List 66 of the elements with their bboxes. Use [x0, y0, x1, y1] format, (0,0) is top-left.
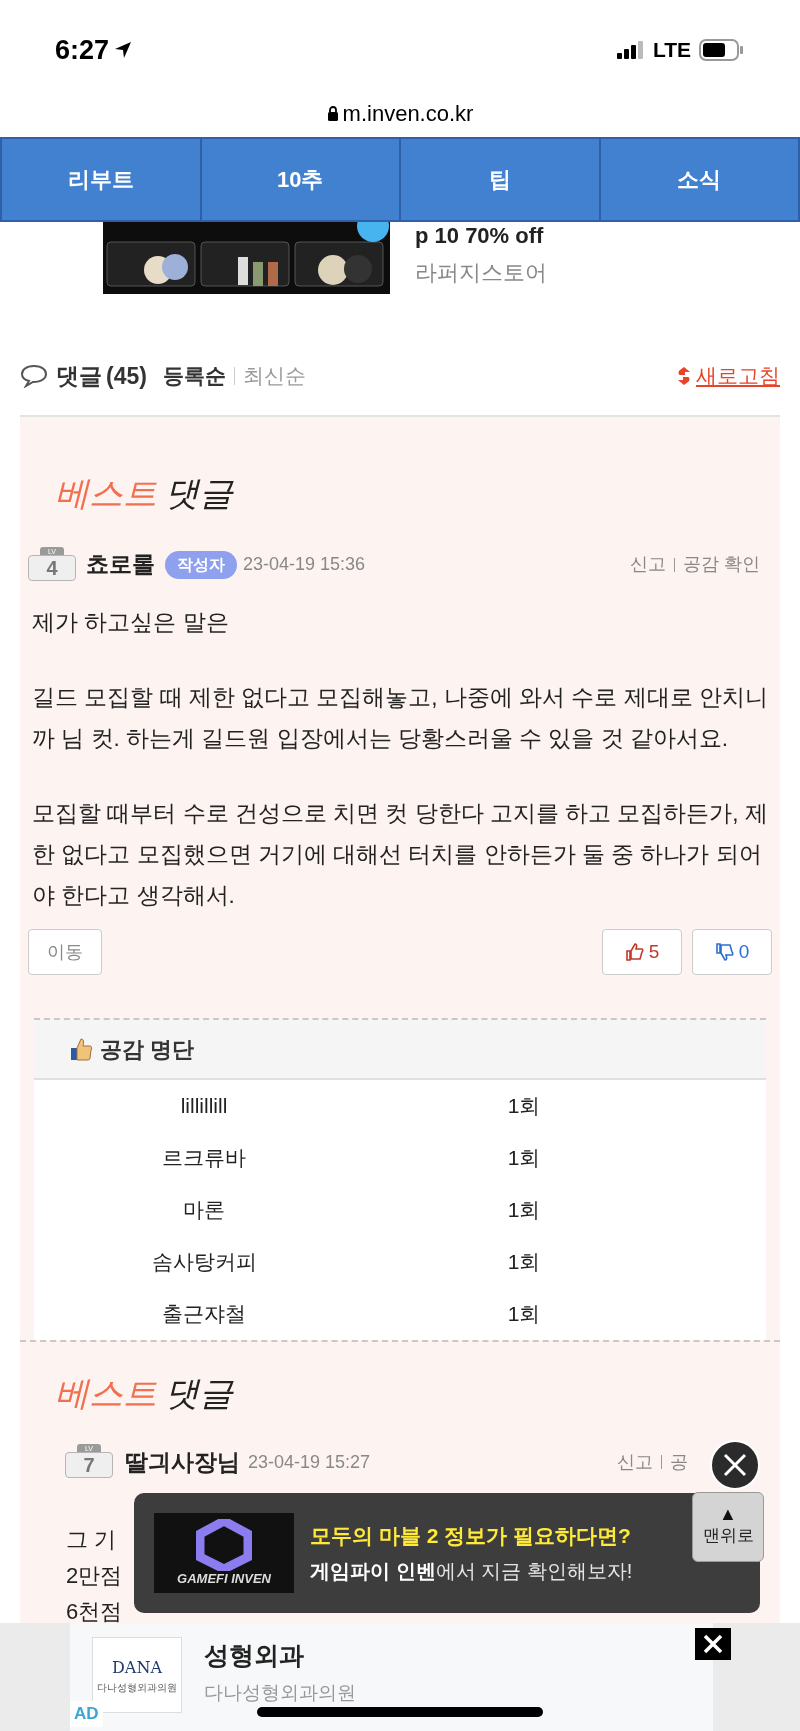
liker-name: lillillill [179, 1093, 229, 1120]
author-name[interactable]: 딸긔사장님 [125, 1444, 240, 1480]
ad-advertiser: 다나성형외과의원 [204, 1680, 356, 1705]
like-count: 1회 [506, 1301, 542, 1328]
refresh-icon [676, 365, 692, 387]
liker-name: 출근쟈철 [161, 1301, 247, 1328]
battery-icon [699, 39, 745, 61]
comment-paragraph: 길드 모집할 때 제한 없다고 모집해놓고, 나중에 와서 수로 제대로 안치니까 님 컷. 하는게 길드원 입장에서는 당황스러울 수 있을 것 같아서요. [32, 684, 768, 753]
nav-tab[interactable]: 10추 [199, 139, 399, 220]
like-button[interactable]: 5 [602, 929, 682, 975]
nav-tab[interactable]: 팁 [399, 139, 599, 220]
liker-name: 솜사탕커피 [150, 1249, 258, 1276]
comment-action-link[interactable]: 공 [670, 1448, 688, 1476]
speech-bubble-icon [20, 364, 48, 388]
comment-heading: 댓글 [165, 1372, 233, 1415]
location-arrow-icon [113, 40, 134, 60]
ad-advertiser: 라퍼지스토어 [415, 259, 547, 287]
liker-name: 르크류바 [161, 1145, 247, 1172]
comment-heading: 댓글 [165, 472, 233, 515]
nav-tab[interactable]: 소식 [598, 139, 798, 220]
comments-count: (45) [106, 361, 147, 391]
thumbs-up-icon [624, 942, 645, 962]
best-heading: 베스트 [55, 1372, 157, 1415]
comment-line: 6천점 [66, 1598, 123, 1626]
popup-title: 모두의 마블 2 정보가 필요하다면? [310, 1523, 632, 1550]
thumbs-up-icon [70, 1036, 94, 1062]
comments-title: 댓글 [56, 361, 102, 391]
logo-text: GAMEFI INVEN [177, 1571, 271, 1587]
popup-text: 게임파이 인벤에서 지금 확인해보자! [310, 1558, 633, 1584]
comment-line: 그 기 [66, 1526, 117, 1554]
ad-title: 성형외과 [204, 1640, 305, 1671]
logo-icon [196, 1519, 252, 1571]
refresh-link[interactable]: 새로고침 [676, 360, 780, 392]
comment-paragraph: 제가 하고싶은 말은 [32, 609, 230, 637]
comment-time: 23-04-19 15:36 [243, 553, 366, 576]
like-count: 1회 [506, 1197, 542, 1224]
like-list-title: 공감 명단 [100, 1035, 195, 1064]
signal-icon [616, 41, 645, 59]
clock-time: 6:27 [55, 33, 110, 67]
address-url[interactable]: m.inven.co.kr [342, 97, 474, 130]
comment-line: 2만점 [66, 1562, 123, 1590]
lock-icon [326, 106, 339, 121]
move-button[interactable]: 이동 [28, 929, 102, 975]
network-label: LTE [652, 37, 691, 64]
thumbs-down-icon [714, 942, 735, 962]
close-button[interactable] [695, 1628, 731, 1660]
back-to-top-button[interactable]: ▲ 맨위로 [692, 1492, 764, 1562]
dislike-button[interactable]: 0 [692, 929, 772, 975]
close-icon [703, 1634, 723, 1654]
sort-option[interactable]: 최신순 [242, 360, 306, 392]
comment-paragraph: 모집할 때부터 수로 건성으로 치면 컷 당한다 고지를 하고 모집하든가, 제한 없다고 모집했으면 거기에 대해선 터치를 안하든가 둘 중 하나가 되어야 한다고 생각해서. [32, 800, 768, 910]
comment-time: 23-04-19 15:27 [248, 1450, 371, 1474]
author-badge: 작성자 [165, 550, 237, 579]
comment-action-link[interactable]: 공감 확인 [683, 551, 760, 578]
comment-action-link[interactable]: 신고 [630, 551, 666, 578]
close-icon [722, 1452, 748, 1478]
nav-tab[interactable]: 리부트 [2, 139, 200, 220]
author-name[interactable]: 쵸로롤 [86, 547, 155, 582]
sort-option[interactable]: 등록순 [162, 360, 226, 392]
best-heading: 베스트 [55, 472, 157, 515]
liker-name: 마론 [182, 1197, 226, 1224]
like-count: 1회 [506, 1093, 542, 1120]
ad-headline: p 10 70% off [415, 222, 545, 250]
comment-action-link[interactable]: 신고 [617, 1448, 653, 1476]
like-count: 1회 [506, 1249, 542, 1276]
like-count: 1회 [506, 1145, 542, 1172]
